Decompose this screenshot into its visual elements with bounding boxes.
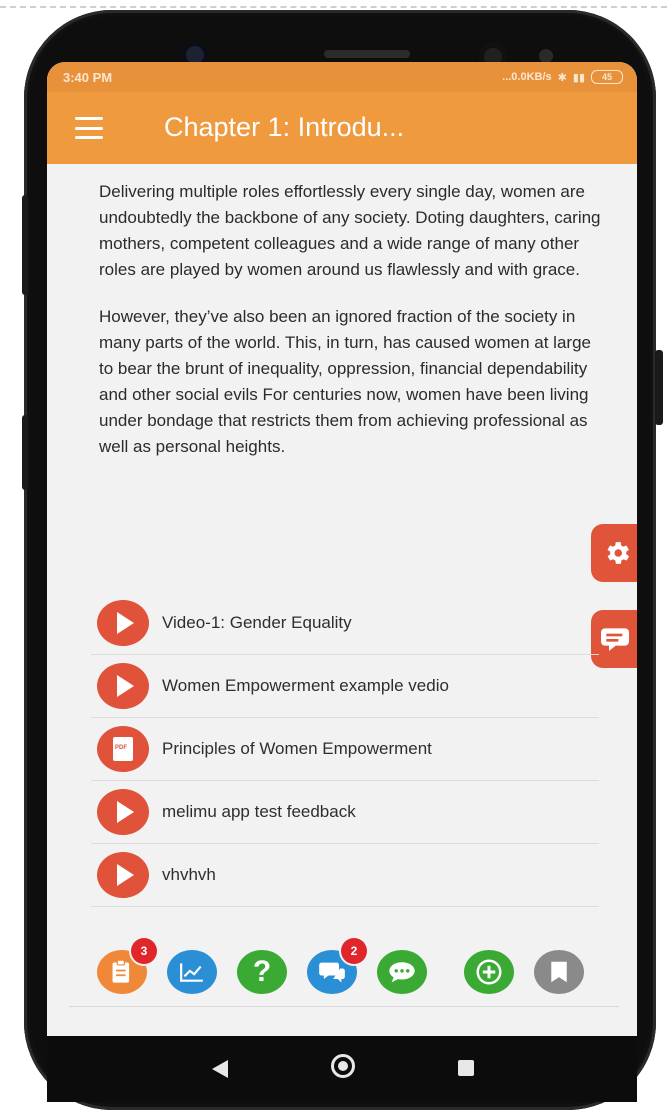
gear-icon bbox=[607, 542, 630, 564]
notes-icon bbox=[112, 959, 130, 983]
list-item[interactable]: vhvhvh bbox=[91, 844, 599, 907]
messages-button[interactable] bbox=[377, 950, 427, 994]
page-title: Chapter 1: Introdu... bbox=[164, 112, 405, 142]
chat-bubble-icon bbox=[601, 628, 629, 651]
content-paragraph: However, they’ve also been an ignored fr… bbox=[99, 307, 591, 456]
bookmark-button[interactable] bbox=[534, 950, 584, 994]
resource-label: Video-1: Gender Equality bbox=[162, 613, 352, 632]
list-item[interactable]: melimu app test feedback bbox=[91, 781, 599, 844]
discussion-button[interactable]: 2 bbox=[307, 938, 367, 994]
bixby-button bbox=[22, 415, 28, 490]
chart-icon bbox=[180, 963, 203, 982]
question-icon: ? bbox=[252, 955, 272, 988]
play-icon bbox=[97, 600, 149, 646]
power-button bbox=[655, 350, 663, 425]
list-item[interactable]: Video-1: Gender Equality bbox=[91, 592, 599, 655]
back-icon[interactable] bbox=[212, 1060, 228, 1078]
battery-icon: 45 bbox=[591, 70, 623, 84]
add-button[interactable] bbox=[464, 950, 514, 994]
recents-icon[interactable] bbox=[458, 1060, 474, 1076]
content-paragraph: Delivering multiple roles effortlessly e… bbox=[99, 182, 601, 279]
play-icon bbox=[97, 663, 149, 709]
resource-list: Video-1: Gender Equality Women Empowerme… bbox=[91, 592, 599, 907]
divider bbox=[69, 1006, 619, 1007]
plus-icon bbox=[476, 959, 502, 985]
app-screen: 3:40 PM ...0.0KB/s ✱ ▮▮ 45 Chapter 1: In… bbox=[47, 62, 637, 1036]
top-dashed-border bbox=[0, 6, 667, 8]
resource-label: melimu app test feedback bbox=[162, 802, 356, 821]
network-speed: ...0.0KB/s bbox=[502, 71, 552, 83]
earpiece-speaker bbox=[324, 50, 410, 58]
chapter-content: Delivering multiple roles effortlessly e… bbox=[47, 164, 637, 460]
bookmark-icon bbox=[551, 961, 567, 983]
help-button[interactable]: ? bbox=[237, 950, 287, 994]
resource-label: Women Empowerment example vedio bbox=[162, 676, 449, 695]
home-icon[interactable] bbox=[331, 1054, 355, 1078]
volume-button bbox=[22, 195, 28, 295]
status-bar: 3:40 PM ...0.0KB/s ✱ ▮▮ 45 bbox=[47, 62, 637, 92]
notification-badge: 2 bbox=[341, 938, 367, 964]
play-icon bbox=[97, 789, 149, 835]
notes-button[interactable]: 3 bbox=[97, 938, 157, 994]
play-icon bbox=[97, 852, 149, 898]
resource-label: Principles of Women Empowerment bbox=[162, 739, 432, 758]
status-indicators: ...0.0KB/s ✱ ▮▮ 45 bbox=[502, 70, 623, 84]
discussion-icon bbox=[319, 962, 345, 983]
app-bar: Chapter 1: Introdu... bbox=[47, 92, 637, 164]
resource-label: vhvhvh bbox=[162, 865, 216, 884]
notification-badge: 3 bbox=[131, 938, 157, 964]
hamburger-menu-icon[interactable] bbox=[75, 117, 103, 139]
sensor-small bbox=[539, 49, 553, 63]
settings-button[interactable] bbox=[591, 524, 637, 582]
android-nav-bar bbox=[47, 1036, 637, 1102]
message-icon bbox=[389, 962, 415, 983]
pdf-icon bbox=[97, 726, 149, 772]
list-item[interactable]: Women Empowerment example vedio bbox=[91, 655, 599, 718]
progress-button[interactable] bbox=[167, 950, 217, 994]
status-time: 3:40 PM bbox=[63, 69, 113, 85]
bluetooth-icon: ✱ bbox=[557, 71, 567, 84]
list-item[interactable]: Principles of Women Empowerment bbox=[91, 718, 599, 781]
signal-icon: ▮▮ bbox=[572, 71, 585, 84]
bottom-toolbar: 3 ? 2 bbox=[47, 938, 637, 1002]
